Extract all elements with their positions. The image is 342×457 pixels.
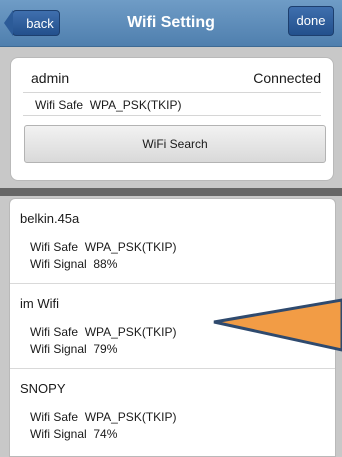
security-value: WPA_PSK(TKIP) — [89, 98, 182, 112]
network-ssid: SNOPY — [20, 381, 66, 396]
network-signal: Wifi Signal 79% — [30, 342, 117, 356]
security-value: WPA_PSK(TKIP) — [84, 325, 177, 339]
signal-label: Wifi Signal — [30, 257, 87, 271]
wifi-search-button[interactable]: WiFi Search — [24, 125, 326, 163]
network-security: Wifi Safe WPA_PSK(TKIP) — [30, 240, 176, 254]
back-button[interactable]: back — [4, 10, 60, 36]
connected-security: Wifi Safe WPA_PSK(TKIP) — [35, 98, 181, 112]
network-signal: Wifi Signal 74% — [30, 427, 117, 441]
network-item-im-wifi[interactable]: im Wifi Wifi Safe WPA_PSK(TKIP) Wifi Sig… — [10, 284, 335, 368]
signal-value: 79% — [93, 342, 118, 356]
connection-status: Connected — [253, 70, 321, 86]
connected-ssid: admin — [31, 70, 70, 86]
signal-label: Wifi Signal — [30, 427, 87, 441]
security-value: WPA_PSK(TKIP) — [84, 410, 177, 424]
signal-value: 74% — [93, 427, 118, 441]
network-signal: Wifi Signal 88% — [30, 257, 117, 271]
network-security: Wifi Safe WPA_PSK(TKIP) — [30, 325, 176, 339]
network-list: belkin.45a Wifi Safe WPA_PSK(TKIP) Wifi … — [9, 198, 336, 457]
network-security: Wifi Safe WPA_PSK(TKIP) — [30, 410, 176, 424]
connected-network-card: admin Connected Wifi Safe WPA_PSK(TKIP) … — [10, 57, 334, 181]
security-value: WPA_PSK(TKIP) — [84, 240, 177, 254]
divider — [23, 115, 321, 116]
network-ssid: belkin.45a — [20, 211, 80, 226]
header-bar: Wifi Setting back done — [0, 0, 342, 47]
done-button[interactable]: done — [288, 6, 334, 36]
security-label: Wifi Safe — [30, 410, 79, 424]
security-label: Wifi Safe — [30, 325, 79, 339]
connected-network-row: admin Connected — [23, 68, 321, 88]
divider — [23, 92, 321, 93]
network-item-belkin[interactable]: belkin.45a Wifi Safe WPA_PSK(TKIP) Wifi … — [10, 199, 335, 283]
section-separator — [0, 188, 342, 196]
network-item-snopy[interactable]: SNOPY Wifi Safe WPA_PSK(TKIP) Wifi Signa… — [10, 369, 335, 453]
security-label: Wifi Safe — [35, 98, 84, 112]
signal-label: Wifi Signal — [30, 342, 87, 356]
security-label: Wifi Safe — [30, 240, 79, 254]
network-ssid: im Wifi — [20, 296, 59, 311]
signal-value: 88% — [93, 257, 118, 271]
